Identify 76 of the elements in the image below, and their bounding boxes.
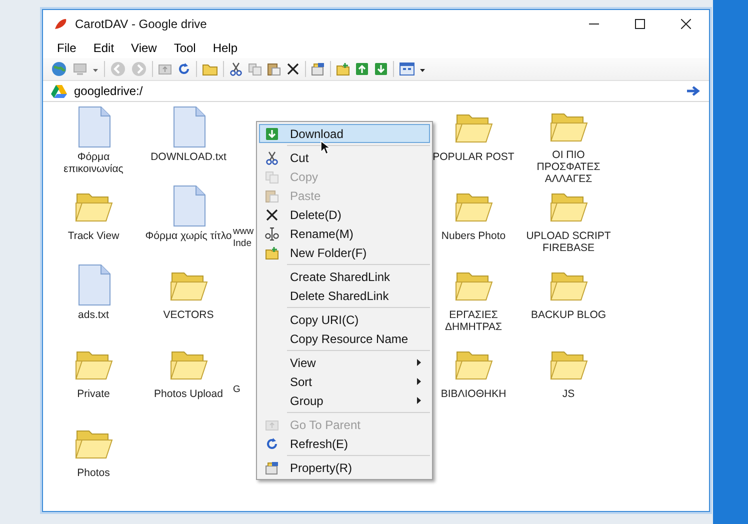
folder-icon[interactable] [202,62,218,76]
window-title: CarotDAV - Google drive [75,17,208,31]
file-icon[interactable] [76,264,110,306]
file-label[interactable]: Private [77,388,110,400]
properties-icon[interactable] [311,62,325,76]
new-folder-icon[interactable] [336,62,350,76]
menu-item[interactable]: Sort [259,372,430,391]
parent-folder-icon [265,418,279,432]
file-label[interactable]: G [233,384,240,396]
menu-item[interactable]: Delete SharedLink [259,286,430,305]
file-icon[interactable] [172,185,206,227]
upload-icon[interactable] [355,62,369,76]
file-label[interactable]: UPLOAD SCRIPT FIREBASE [522,230,614,254]
file-label[interactable]: VECTORS [163,309,214,321]
address-field[interactable]: googledrive:/ [74,84,680,98]
menu-item[interactable]: Group [259,391,430,410]
menu-item[interactable]: View [259,353,430,372]
globe-icon[interactable] [51,61,67,77]
file-label[interactable]: Nubers Photo [441,230,506,242]
file-label[interactable]: JS [562,388,575,400]
scissors-icon[interactable] [229,62,243,76]
file-label[interactable]: ΟΙ ΠΙΟ ΠΡΟΣΦΑΤΕΣ ΑΛΛΑΓΕΣ [522,149,614,185]
paste-icon[interactable] [267,62,281,76]
file-label[interactable]: BACKUP BLOG [530,309,606,321]
paste-icon [265,188,279,202]
file-icon[interactable] [76,106,110,148]
menu-item[interactable]: Tool [166,41,205,55]
refresh-icon [265,436,279,450]
delete-icon[interactable] [286,62,300,76]
file-label[interactable]: ads.txt [78,309,109,321]
menu-item[interactable]: Property(R) [259,458,430,477]
mouse-pointer-icon [320,140,330,155]
file-label[interactable]: Φόρμα επικοινωνίας [48,151,140,175]
menu-item[interactable]: Rename(M) [259,224,430,243]
menu-item[interactable]: New Folder(F) [259,243,430,262]
file-label[interactable]: DOWNLOAD.txt [150,151,226,163]
new-folder-icon [265,246,279,260]
file-label[interactable]: Track View [68,230,120,242]
menu-item[interactable]: Edit [85,41,124,55]
forward-icon[interactable] [131,61,147,77]
scissors-icon [265,150,279,164]
file-label[interactable]: Photos [77,467,110,479]
menu-item[interactable]: Create SharedLink [259,267,430,286]
rename-icon [265,226,279,240]
menu-item[interactable]: Copy Resource Name [259,329,430,348]
submenu-arrow-icon [417,378,421,385]
menu-item[interactable]: File [49,41,86,55]
close-icon[interactable] [681,19,691,29]
refresh-icon[interactable] [177,62,191,76]
parent-folder-icon[interactable] [158,62,172,76]
submenu-arrow-icon [417,397,421,404]
view-icon[interactable] [399,61,415,77]
menu-item[interactable]: Copy URI(C) [259,310,430,329]
properties-icon [265,460,279,474]
computer-icon[interactable] [72,61,88,77]
menu-item[interactable]: Delete(D) [259,205,430,224]
file-label[interactable]: Φόρμα χωρίς τίτλο [145,230,232,242]
menu-item[interactable]: Help [204,41,247,55]
download-icon[interactable] [374,62,388,76]
submenu-arrow-icon [417,359,421,366]
menu-item[interactable]: View [123,41,166,55]
download-icon [265,126,279,140]
file-label[interactable]: ΒΙΒΛΙΟΘΗΚΗ [440,388,506,400]
file-label[interactable]: www Inde [233,226,254,250]
menu-item[interactable]: Refresh(E) [259,434,430,453]
copy-icon[interactable] [248,62,262,76]
go-arrow-icon[interactable] [687,86,701,96]
back-icon[interactable] [110,61,126,77]
copy-icon [265,170,279,184]
delete-icon [265,208,279,222]
maximize-icon[interactable] [635,19,645,29]
file-label[interactable]: Photos Upload [154,388,223,400]
file-label[interactable]: POPULAR POST [432,151,514,163]
drive-icon [51,84,67,98]
file-icon[interactable] [172,106,206,148]
menu-item[interactable]: Cut [259,148,430,167]
